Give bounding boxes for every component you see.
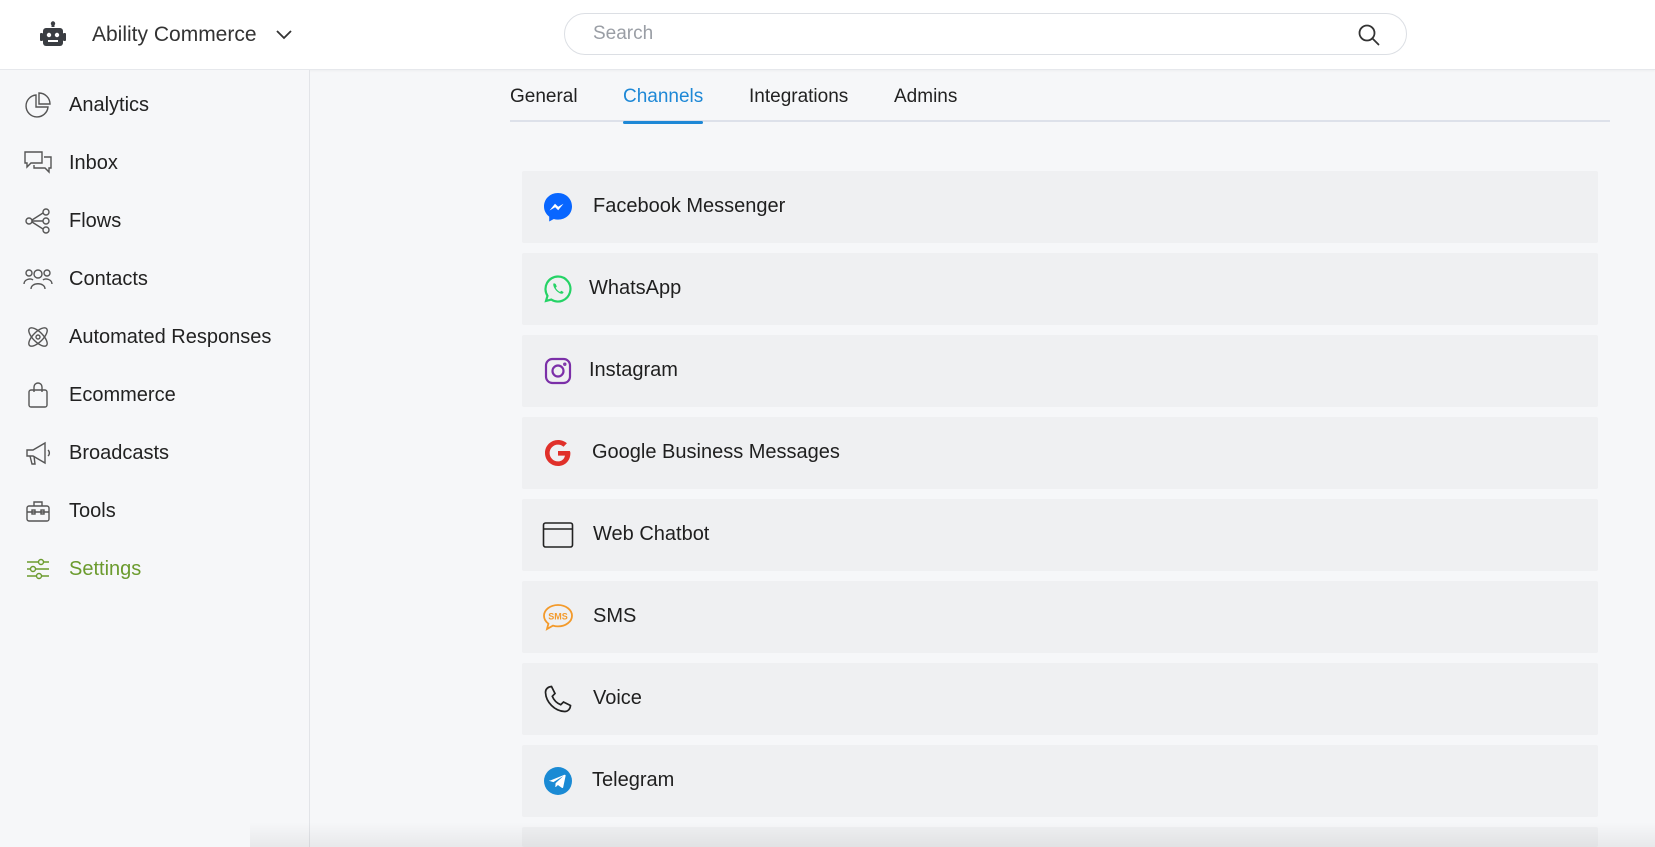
channel-voice[interactable]: Voice: [522, 663, 1598, 735]
automated-responses-icon: [22, 321, 54, 353]
channel-label: Web Chatbot: [593, 523, 710, 545]
sidebar-item-automated-responses[interactable]: Automated Responses: [22, 317, 271, 357]
search-icon[interactable]: [1358, 24, 1380, 46]
toolbox-icon: [22, 495, 54, 527]
sidebar-item-tools[interactable]: Tools: [22, 491, 116, 531]
channel-sms[interactable]: SMS SMS: [522, 581, 1598, 653]
sliders-icon: [22, 553, 54, 585]
contacts-icon: [22, 263, 54, 295]
sidebar-item-label: Flows: [69, 209, 122, 232]
browser-window-icon: [542, 519, 574, 551]
phone-icon: [542, 683, 574, 715]
sidebar-item-inbox[interactable]: Inbox: [22, 143, 118, 183]
channel-label: Instagram: [589, 359, 678, 381]
tab-admins[interactable]: Admins: [894, 86, 957, 122]
sidebar: Analytics Inbox Flows Contacts Automated…: [0, 70, 310, 847]
whatsapp-icon: [542, 273, 574, 305]
chevron-down-icon[interactable]: [275, 26, 293, 44]
sidebar-item-contacts[interactable]: Contacts: [22, 259, 148, 299]
sidebar-item-label: Broadcasts: [69, 441, 170, 464]
telegram-icon: [542, 765, 574, 797]
channel-label: WhatsApp: [589, 277, 682, 299]
messenger-icon: [542, 191, 574, 223]
search-bar: [564, 13, 1407, 55]
channel-instagram[interactable]: Instagram: [522, 335, 1598, 407]
sms-icon: SMS: [542, 601, 574, 633]
sidebar-item-broadcasts[interactable]: Broadcasts: [22, 433, 169, 473]
robot-icon: [38, 20, 68, 50]
tab-integrations[interactable]: Integrations: [749, 86, 848, 122]
workspace-name: Ability Commerce: [92, 23, 257, 46]
search-input[interactable]: [593, 23, 1333, 45]
megaphone-icon: [22, 437, 54, 469]
channel-label: Google Business Messages: [592, 441, 840, 463]
sidebar-item-ecommerce[interactable]: Ecommerce: [22, 375, 176, 415]
tab-channels[interactable]: Channels: [623, 86, 704, 124]
google-icon: [542, 437, 574, 469]
shopping-bag-icon: [22, 379, 54, 411]
channel-web-chatbot[interactable]: Web Chatbot: [522, 499, 1598, 571]
channel-whatsapp[interactable]: WhatsApp: [522, 253, 1598, 325]
svg-text:SMS: SMS: [548, 612, 568, 622]
sidebar-item-label: Automated Responses: [69, 325, 272, 348]
sidebar-item-label: Contacts: [69, 267, 148, 290]
settings-tabs: General Channels Integrations Admins: [510, 80, 1610, 124]
sidebar-item-flows[interactable]: Flows: [22, 201, 121, 241]
channel-label: Telegram: [592, 769, 675, 791]
flows-icon: [22, 205, 54, 237]
workspace-switcher[interactable]: Ability Commerce: [38, 18, 293, 52]
sidebar-item-label: Tools: [69, 499, 116, 522]
instagram-icon: [542, 355, 574, 387]
bottom-shadow: [250, 822, 1655, 847]
channel-label: SMS: [593, 605, 637, 627]
channel-google-business-messages[interactable]: Google Business Messages: [522, 417, 1598, 489]
channel-telegram[interactable]: Telegram: [522, 745, 1598, 817]
tab-general[interactable]: General: [510, 86, 578, 122]
analytics-icon: [22, 89, 54, 121]
channel-label: Facebook Messenger: [593, 195, 786, 217]
sidebar-item-label: Ecommerce: [69, 383, 176, 406]
channel-label: Voice: [593, 687, 642, 709]
sidebar-item-label: Analytics: [69, 93, 150, 116]
inbox-icon: [22, 147, 54, 179]
sidebar-item-label: Inbox: [69, 151, 118, 174]
channel-facebook-messenger[interactable]: Facebook Messenger: [522, 171, 1598, 243]
sidebar-item-label: Settings: [69, 557, 142, 580]
sidebar-item-settings[interactable]: Settings: [22, 549, 141, 589]
sidebar-item-analytics[interactable]: Analytics: [22, 85, 149, 125]
top-header: Ability Commerce: [0, 0, 1655, 70]
